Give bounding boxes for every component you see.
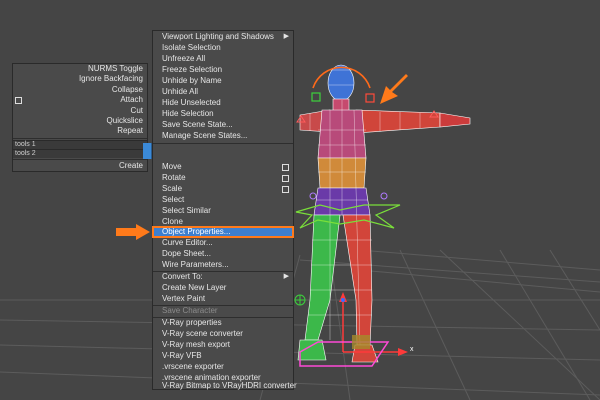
- viewport-lighting-item[interactable]: Viewport Lighting and Shadows ▶: [153, 32, 293, 42]
- orange-arrow-head: [380, 74, 408, 104]
- vertex-paint-item[interactable]: Vertex Paint: [153, 294, 293, 304]
- curve-editor-item[interactable]: Curve Editor...: [153, 238, 293, 248]
- save-scene-state-item[interactable]: Save Scene State...: [153, 120, 293, 130]
- wire-parameters-item[interactable]: Wire Parameters...: [153, 260, 293, 270]
- settings-box-icon[interactable]: [15, 97, 22, 105]
- dope-sheet-item[interactable]: Dope Sheet...: [153, 249, 293, 259]
- scale-label: Scale: [162, 184, 183, 193]
- move-label: Move: [162, 162, 182, 171]
- convert-to-label: Convert To:: [162, 272, 203, 281]
- orange-arrow-menu: [116, 224, 150, 240]
- vray-mesh-export-item[interactable]: V-Ray mesh export: [153, 340, 293, 350]
- convert-to-item[interactable]: Convert To: ▶: [153, 272, 293, 282]
- create-item[interactable]: Create: [13, 161, 147, 171]
- move-item[interactable]: Move: [153, 162, 293, 172]
- quickslice-item[interactable]: Quickslice: [13, 116, 147, 126]
- vray-scene-converter-item[interactable]: V-Ray scene converter: [153, 329, 293, 339]
- save-character-item: Save Character: [162, 306, 218, 315]
- viewport-lighting-label: Viewport Lighting and Shadows: [162, 32, 274, 41]
- hide-unselected-item[interactable]: Hide Unselected: [153, 98, 293, 108]
- x-axis-label: x: [410, 346, 414, 353]
- freeze-selection-item[interactable]: Freeze Selection: [153, 65, 293, 75]
- unhide-all-item[interactable]: Unhide All: [153, 87, 293, 97]
- ignore-backfacing-item[interactable]: Ignore Backfacing: [13, 74, 147, 84]
- cut-item[interactable]: Cut: [13, 106, 147, 116]
- context-menu: Viewport Lighting and Shadows ▶ Isolate …: [152, 30, 297, 390]
- vray-bitmap-converter-item[interactable]: V-Ray Bitmap to VRayHDRI converter: [153, 382, 297, 390]
- nurms-toggle-item[interactable]: NURMS Toggle: [13, 64, 147, 74]
- unhide-by-name-item[interactable]: Unhide by Name: [153, 76, 293, 86]
- repeat-item[interactable]: Repeat: [13, 126, 147, 136]
- attach-item[interactable]: Attach: [13, 95, 147, 105]
- tools2-title: tools 2: [13, 148, 147, 158]
- create-new-layer-item[interactable]: Create New Layer: [153, 283, 293, 293]
- settings-box-icon[interactable]: [282, 164, 289, 171]
- select-item[interactable]: Select: [153, 195, 293, 205]
- rotate-item[interactable]: Rotate: [153, 173, 293, 183]
- viewport[interactable]: x: [0, 0, 600, 400]
- unfreeze-all-item[interactable]: Unfreeze All: [153, 54, 293, 64]
- collapse-item[interactable]: Collapse: [13, 85, 147, 95]
- quad-menu-left: NURMS Toggle Ignore Backfacing Collapse …: [12, 63, 148, 173]
- separator: [13, 158, 147, 160]
- submenu-arrow-icon: ▶: [283, 33, 289, 40]
- attach-label: Attach: [120, 95, 143, 105]
- settings-box-icon[interactable]: [282, 186, 289, 193]
- vrscene-exporter-item[interactable]: .vrscene exporter: [153, 362, 293, 372]
- object-properties-item[interactable]: Object Properties...: [152, 225, 294, 239]
- vray-vfb-item[interactable]: V-Ray VFB: [153, 351, 293, 361]
- settings-box-icon[interactable]: [282, 175, 289, 182]
- manage-scene-states-item[interactable]: Manage Scene States...: [153, 131, 293, 141]
- hide-selection-item[interactable]: Hide Selection: [153, 109, 293, 119]
- vray-properties-item[interactable]: V-Ray properties: [153, 318, 293, 328]
- isolate-selection-item[interactable]: Isolate Selection: [153, 43, 293, 53]
- separator: [13, 137, 147, 139]
- select-similar-item[interactable]: Select Similar: [153, 206, 293, 216]
- tools1-title: tools 1: [13, 139, 147, 149]
- scale-item[interactable]: Scale: [153, 184, 293, 194]
- rotate-label: Rotate: [162, 173, 186, 182]
- submenu-arrow-icon: ▶: [283, 273, 289, 280]
- separator: [153, 143, 293, 144]
- clone-item[interactable]: Clone: [153, 217, 293, 227]
